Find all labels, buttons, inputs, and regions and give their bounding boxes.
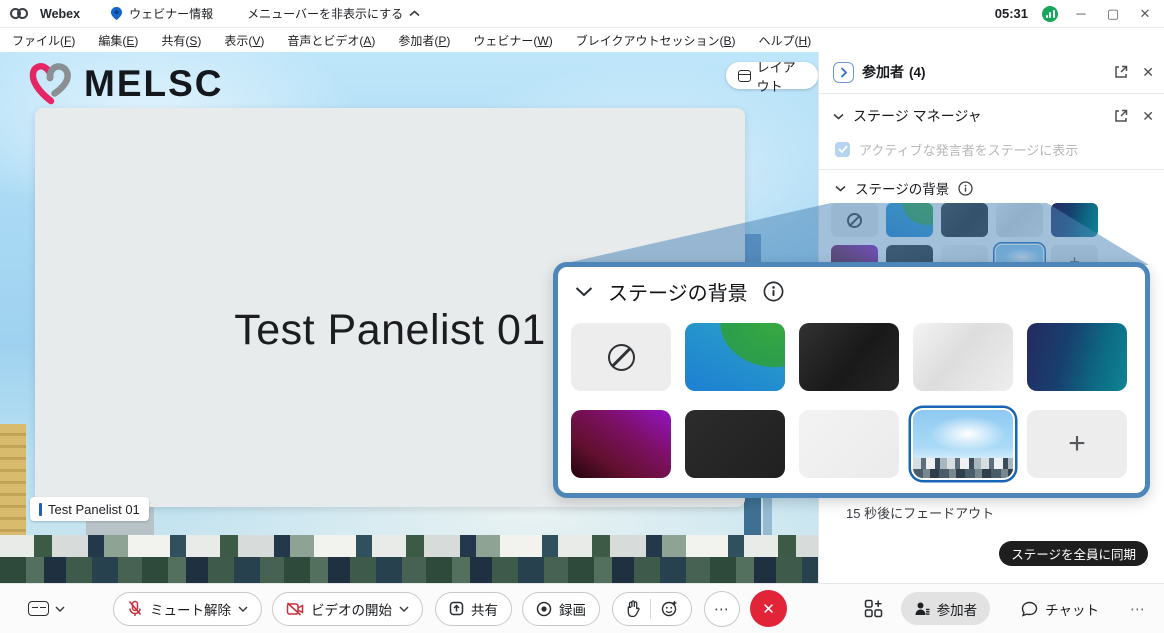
webinar-info-button[interactable]: ウェビナー情報 bbox=[110, 5, 213, 22]
participants-title: 参加者 bbox=[862, 62, 904, 82]
speaking-indicator-bar bbox=[39, 503, 42, 516]
unmute-button[interactable]: ミュート解除 bbox=[113, 592, 262, 626]
close-panel-icon[interactable]: ✕ bbox=[1142, 64, 1154, 81]
share-screen-icon bbox=[449, 601, 464, 616]
mic-muted-icon bbox=[127, 600, 143, 617]
app-name: Webex bbox=[40, 7, 80, 21]
background-swatch-none[interactable] bbox=[571, 323, 671, 391]
brand-logo: MELSC bbox=[26, 60, 224, 108]
participants-panel-header: 参加者 (4) ✕ bbox=[833, 60, 1154, 84]
background-swatch-charcoal[interactable] bbox=[685, 410, 785, 478]
stage-background-header: ステージの背景 bbox=[835, 178, 973, 198]
chevron-right-icon bbox=[840, 67, 847, 78]
closed-captions-icon bbox=[28, 601, 49, 616]
background-swatch-dark-wave[interactable] bbox=[799, 323, 899, 391]
control-toolbar: ミュート解除 ビデオの開始 共有 録画 ⋯ ✕ 参加者 チャット ⋯ bbox=[0, 583, 1164, 633]
layout-button[interactable]: レイアウト bbox=[726, 62, 818, 89]
reactions-button[interactable] bbox=[612, 592, 692, 626]
city-skyline bbox=[0, 557, 818, 583]
brand-name: MELSC bbox=[84, 63, 224, 105]
captions-button[interactable] bbox=[28, 601, 65, 616]
fade-out-note: 15 秒後にフェードアウト bbox=[846, 503, 994, 522]
chat-button[interactable]: チャット bbox=[1008, 592, 1112, 625]
chevron-down-icon[interactable] bbox=[835, 185, 846, 192]
menubar: ファイル(F) 編集(E) 共有(S) 表示(V) 音声とビデオ(A) 参加者(P) ウェビ… bbox=[0, 28, 1164, 52]
end-meeting-button[interactable]: ✕ bbox=[750, 590, 787, 627]
chevron-down-icon[interactable] bbox=[238, 606, 248, 612]
share-button[interactable]: 共有 bbox=[435, 592, 512, 626]
more-panels-button[interactable]: ⋯ bbox=[1130, 600, 1146, 618]
apps-icon[interactable] bbox=[864, 599, 883, 618]
window-titlebar: Webex ウェビナー情報 メニューバーを非表示にする 05:31 ─ ▢ ✕ bbox=[0, 0, 1164, 28]
menu-item-H[interactable]: ヘルプ(H) bbox=[759, 32, 812, 49]
participants-button[interactable]: 参加者 bbox=[901, 592, 991, 625]
menu-item-F[interactable]: ファイル(F) bbox=[12, 32, 75, 49]
camera-off-icon bbox=[286, 602, 304, 616]
info-pin-icon bbox=[110, 6, 123, 21]
record-icon bbox=[536, 601, 552, 617]
stage-manager-title: ステージ マネージャ bbox=[853, 106, 982, 126]
record-button[interactable]: 録画 bbox=[522, 592, 600, 626]
close-stage-manager-icon[interactable]: ✕ bbox=[1142, 108, 1154, 125]
background-swatch-silver-wave[interactable] bbox=[913, 323, 1013, 391]
stage-manager-header: ステージ マネージャ ✕ bbox=[833, 105, 1154, 127]
participant-name-tag: Test Panelist 01 bbox=[30, 497, 149, 521]
stage-background-title: ステージの背景 bbox=[855, 178, 949, 198]
meeting-time: 05:31 bbox=[995, 6, 1028, 21]
pop-out-icon[interactable] bbox=[1114, 65, 1128, 79]
reactions-smiley-icon[interactable] bbox=[661, 600, 678, 617]
chevron-down-icon[interactable] bbox=[833, 113, 844, 120]
chat-bubble-icon bbox=[1021, 601, 1038, 617]
info-icon[interactable] bbox=[958, 181, 973, 196]
start-video-button[interactable]: ビデオの開始 bbox=[272, 592, 423, 626]
active-speaker-checkbox-row[interactable]: アクティブな発言者をステージに表示 bbox=[835, 140, 1078, 158]
prohibit-icon bbox=[608, 344, 635, 371]
hide-menubar-button[interactable]: メニューバーを非表示にする bbox=[247, 5, 420, 22]
raise-hand-icon[interactable] bbox=[626, 600, 640, 617]
background-swatch-magenta-purple-gradient[interactable] bbox=[571, 410, 671, 478]
chevron-down-icon[interactable] bbox=[399, 606, 409, 612]
plus-icon: + bbox=[1068, 429, 1086, 459]
menu-item-V[interactable]: 表示(V) bbox=[224, 32, 264, 49]
chevron-down-icon[interactable] bbox=[575, 286, 593, 297]
more-options-button[interactable]: ⋯ bbox=[704, 591, 740, 627]
webex-logo-icon bbox=[10, 8, 28, 19]
menu-item-W[interactable]: ウェビナー(W) bbox=[473, 32, 552, 49]
close-button[interactable]: ✕ bbox=[1136, 6, 1154, 22]
collapse-panel-button[interactable] bbox=[833, 62, 854, 83]
connection-quality-icon[interactable] bbox=[1042, 6, 1058, 22]
menu-item-E[interactable]: 編集(E) bbox=[98, 32, 138, 49]
checkbox-checked-icon[interactable] bbox=[835, 142, 850, 157]
background-swatch-city-photo[interactable] bbox=[913, 410, 1013, 478]
layout-grid-icon bbox=[738, 70, 751, 82]
chevron-up-icon bbox=[409, 10, 420, 17]
background-swatch-off-white[interactable] bbox=[799, 410, 899, 478]
maximize-button[interactable]: ▢ bbox=[1104, 6, 1122, 22]
background-swatch-add[interactable]: + bbox=[1027, 410, 1127, 478]
menu-item-A[interactable]: 音声とビデオ(A) bbox=[287, 32, 375, 49]
active-speaker-label: アクティブな発言者をステージに表示 bbox=[859, 140, 1078, 159]
minimize-button[interactable]: ─ bbox=[1072, 6, 1090, 21]
background-swatch-grid-large: + bbox=[571, 323, 1127, 478]
menu-item-S[interactable]: 共有(S) bbox=[161, 32, 201, 49]
menu-item-P[interactable]: 参加者(P) bbox=[398, 32, 450, 49]
divider bbox=[650, 599, 651, 619]
menu-item-B[interactable]: ブレイクアウトセッション(B) bbox=[576, 32, 736, 49]
participants-count: (4) bbox=[909, 65, 926, 80]
popup-title: ステージの背景 bbox=[608, 277, 748, 306]
info-icon[interactable] bbox=[763, 281, 784, 302]
background-swatch-green-blue-gradient[interactable] bbox=[685, 323, 785, 391]
stage-background-popup: ステージの背景 + bbox=[553, 262, 1150, 498]
melsc-heart-icon bbox=[26, 60, 76, 108]
popup-header: ステージの背景 bbox=[575, 277, 784, 306]
background-swatch-navy-teal-gradient[interactable] bbox=[1027, 323, 1127, 391]
chevron-down-icon[interactable] bbox=[55, 606, 65, 612]
participants-icon bbox=[914, 601, 930, 617]
pop-out-icon[interactable] bbox=[1114, 109, 1128, 123]
sync-stage-button[interactable]: ステージを全員に同期 bbox=[999, 541, 1148, 566]
